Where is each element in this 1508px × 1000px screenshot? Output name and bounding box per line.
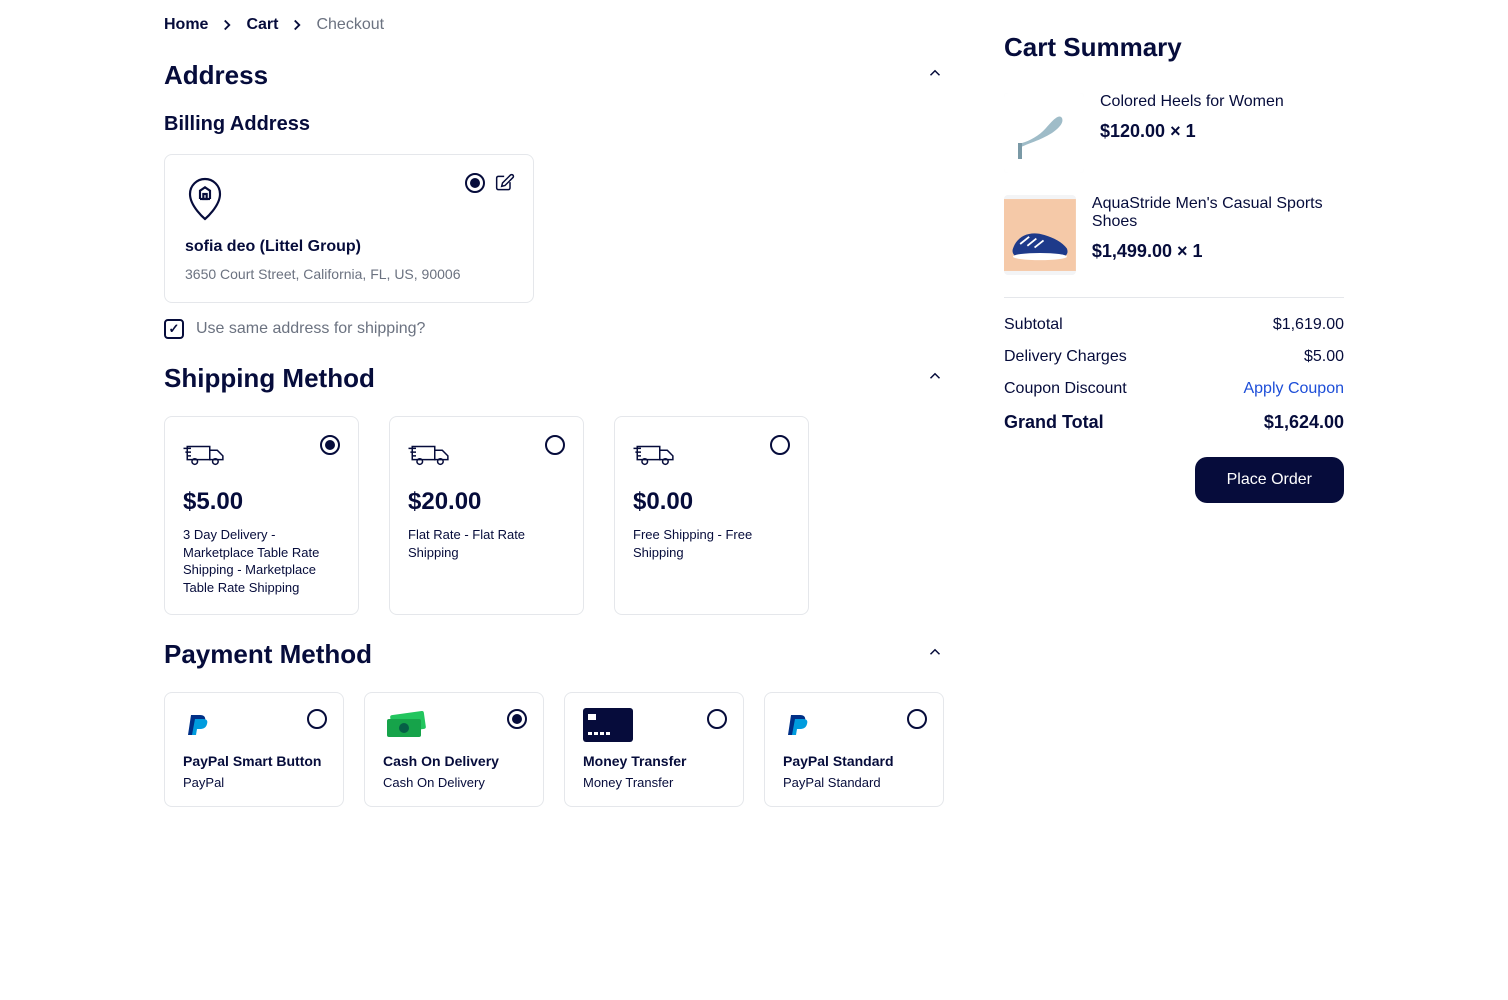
payment-sub: Money Transfer	[583, 775, 725, 790]
billing-line: 3650 Court Street, California, FL, US, 9…	[185, 266, 513, 282]
payment-option-card[interactable]: PayPal Standard PayPal Standard	[764, 692, 944, 807]
billing-name: sofia deo (Littel Group)	[185, 238, 513, 256]
payment-title: Money Transfer	[583, 753, 725, 769]
grand-total-value: $1,624.00	[1264, 412, 1344, 433]
product-thumbnail	[1004, 195, 1076, 275]
grand-total-label: Grand Total	[1004, 412, 1104, 433]
place-order-button[interactable]: Place Order	[1195, 457, 1344, 503]
breadcrumb: Home Cart Checkout	[164, 16, 944, 34]
same-address-checkbox[interactable]	[164, 319, 184, 339]
payment-title: Cash On Delivery	[383, 753, 525, 769]
shipping-section: Shipping Method $5.00 3 Day Delivery - Ma…	[164, 363, 944, 615]
truck-icon	[633, 435, 790, 488]
cart-summary-heading: Cart Summary	[1004, 32, 1344, 63]
payment-heading: Payment Method	[164, 639, 372, 670]
coupon-label: Coupon Discount	[1004, 380, 1127, 398]
delivery-value: $5.00	[1304, 348, 1344, 366]
shipping-price: $5.00	[183, 488, 340, 516]
product-name: Colored Heels for Women	[1100, 93, 1284, 111]
product-name: AquaStride Men's Casual Sports Shoes	[1092, 195, 1344, 231]
same-address-label: Use same address for shipping?	[196, 320, 425, 338]
payment-option-card[interactable]: Money Transfer Money Transfer	[564, 692, 744, 807]
payment-accordion-toggle[interactable]: Payment Method	[164, 639, 944, 670]
cart-item: AquaStride Men's Casual Sports Shoes $1,4…	[1004, 195, 1344, 275]
address-section: Address Billing Address	[164, 60, 944, 339]
payment-section: Payment Method PayPal Smart ButtonPayPal…	[164, 639, 944, 807]
edit-address-button[interactable]	[495, 173, 515, 193]
truck-icon	[183, 435, 340, 488]
apply-coupon-link[interactable]: Apply Coupon	[1243, 380, 1344, 398]
delivery-label: Delivery Charges	[1004, 348, 1127, 366]
shipping-option-radio[interactable]	[320, 435, 340, 455]
shipping-price: $20.00	[408, 488, 565, 516]
payment-sub: PayPal	[183, 775, 325, 790]
shipping-desc: Flat Rate - Flat Rate Shipping	[408, 526, 565, 561]
shipping-option-card[interactable]: $5.00 3 Day Delivery - Marketplace Table …	[164, 416, 359, 615]
shipping-desc: Free Shipping - Free Shipping	[633, 526, 790, 561]
truck-icon	[408, 435, 565, 488]
payment-sub: Cash On Delivery	[383, 775, 525, 790]
address-heading: Address	[164, 60, 268, 91]
subtotal-label: Subtotal	[1004, 316, 1063, 334]
grand-total-row: Grand Total $1,624.00	[1004, 412, 1344, 433]
delivery-row: Delivery Charges $5.00	[1004, 348, 1344, 366]
shipping-heading: Shipping Method	[164, 363, 375, 394]
shipping-accordion-toggle[interactable]: Shipping Method	[164, 363, 944, 394]
address-accordion-toggle[interactable]: Address	[164, 60, 944, 91]
shipping-option-card[interactable]: $20.00 Flat Rate - Flat Rate Shipping	[389, 416, 584, 615]
chevron-up-icon	[926, 643, 944, 666]
card-icon	[583, 709, 725, 741]
shipping-option-card[interactable]: $0.00 Free Shipping - Free Shipping	[614, 416, 809, 615]
payment-option-card[interactable]: PayPal Smart Button PayPal	[164, 692, 344, 807]
product-thumbnail	[1004, 93, 1084, 173]
breadcrumb-home[interactable]: Home	[164, 16, 208, 34]
product-price-qty: $120.00 × 1	[1100, 121, 1284, 142]
chevron-up-icon	[926, 367, 944, 390]
payment-title: PayPal Smart Button	[183, 753, 325, 769]
paypal-icon	[783, 709, 925, 741]
cart-item: Colored Heels for Women $120.00 × 1	[1004, 93, 1344, 173]
coupon-row: Coupon Discount Apply Coupon	[1004, 380, 1344, 398]
shipping-option-radio[interactable]	[545, 435, 565, 455]
chevron-right-icon	[218, 16, 236, 34]
map-pin-icon	[185, 175, 225, 223]
subtotal-row: Subtotal $1,619.00	[1004, 316, 1344, 334]
breadcrumb-current: Checkout	[316, 16, 384, 34]
chevron-right-icon	[288, 16, 306, 34]
shipping-price: $0.00	[633, 488, 790, 516]
subtotal-value: $1,619.00	[1273, 316, 1344, 334]
shipping-option-radio[interactable]	[770, 435, 790, 455]
billing-address-heading: Billing Address	[164, 113, 944, 136]
chevron-up-icon	[926, 64, 944, 87]
divider	[1004, 297, 1344, 298]
payment-sub: PayPal Standard	[783, 775, 925, 790]
payment-title: PayPal Standard	[783, 753, 925, 769]
payment-option-card[interactable]: Cash On Delivery Cash On Delivery	[364, 692, 544, 807]
billing-address-card: sofia deo (Littel Group) 3650 Court Stre…	[164, 154, 534, 303]
paypal-icon	[183, 709, 325, 741]
shipping-desc: 3 Day Delivery - Marketplace Table Rate …	[183, 526, 340, 596]
product-price-qty: $1,499.00 × 1	[1092, 241, 1344, 262]
billing-address-radio[interactable]	[465, 173, 485, 193]
cash-icon	[383, 709, 525, 741]
breadcrumb-cart[interactable]: Cart	[246, 16, 278, 34]
